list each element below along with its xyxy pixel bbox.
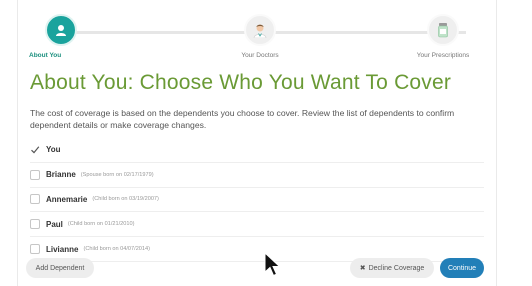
dependent-name: Annemarie	[46, 194, 88, 204]
dependent-detail: (Child born on 04/07/2014)	[83, 246, 151, 253]
dependent-name: Paul	[46, 219, 63, 229]
dependent-row-you[interactable]: You	[30, 138, 484, 163]
enrollment-panel: About You Your Doctors Your Prescription…	[18, 0, 496, 286]
dependent-row-brianne[interactable]: Brianne (Spouse born on 02/17/1979)	[30, 163, 484, 188]
checkbox[interactable]	[30, 169, 40, 180]
add-dependent-button[interactable]: Add Dependent	[26, 258, 94, 278]
step-your-doctors[interactable]: Your Doctors	[220, 14, 300, 59]
checkbox-checked-icon[interactable]	[30, 145, 40, 155]
checkbox[interactable]	[30, 244, 40, 255]
progress-stepper: About You Your Doctors Your Prescription…	[18, 0, 496, 70]
step-label: Your Doctors	[241, 52, 279, 59]
mouse-cursor-icon	[264, 252, 281, 277]
dependent-detail: (Spouse born on 02/17/1979)	[80, 171, 154, 178]
dependents-list: You Brianne (Spouse born on 02/17/1979) …	[30, 138, 484, 262]
dependent-row-annemarie[interactable]: Annemarie (Child born on 03/19/2007)	[30, 188, 484, 213]
prescription-bottle-icon	[427, 14, 459, 46]
doctor-icon	[244, 14, 276, 46]
dependent-row-paul[interactable]: Paul (Child born on 01/21/2010)	[30, 212, 484, 238]
checkbox[interactable]	[30, 194, 40, 205]
step-your-prescriptions[interactable]: Your Prescriptions	[400, 14, 486, 59]
dependent-name: Livianne	[46, 244, 79, 254]
step-label: Your Prescriptions	[416, 52, 470, 59]
decline-coverage-button[interactable]: ✖ Decline Coverage	[350, 258, 434, 278]
person-icon	[45, 14, 77, 46]
dependent-detail: (Child born on 01/21/2010)	[67, 221, 135, 228]
checkbox[interactable]	[30, 219, 40, 230]
decline-coverage-label: Decline Coverage	[368, 264, 425, 272]
step-label: About You	[29, 52, 62, 59]
dependent-name: Brianne	[46, 170, 76, 180]
dependent-detail: (Child born on 03/19/2007)	[92, 196, 159, 203]
close-icon: ✖	[359, 265, 366, 272]
continue-button[interactable]: Continue	[440, 258, 484, 278]
intro-text: The cost of coverage is based on the dep…	[30, 108, 455, 130]
dependent-name: You	[46, 145, 61, 155]
page-title: About You: Choose Who You Want To Cover	[30, 71, 452, 94]
step-about-you[interactable]: About You	[26, 14, 96, 59]
